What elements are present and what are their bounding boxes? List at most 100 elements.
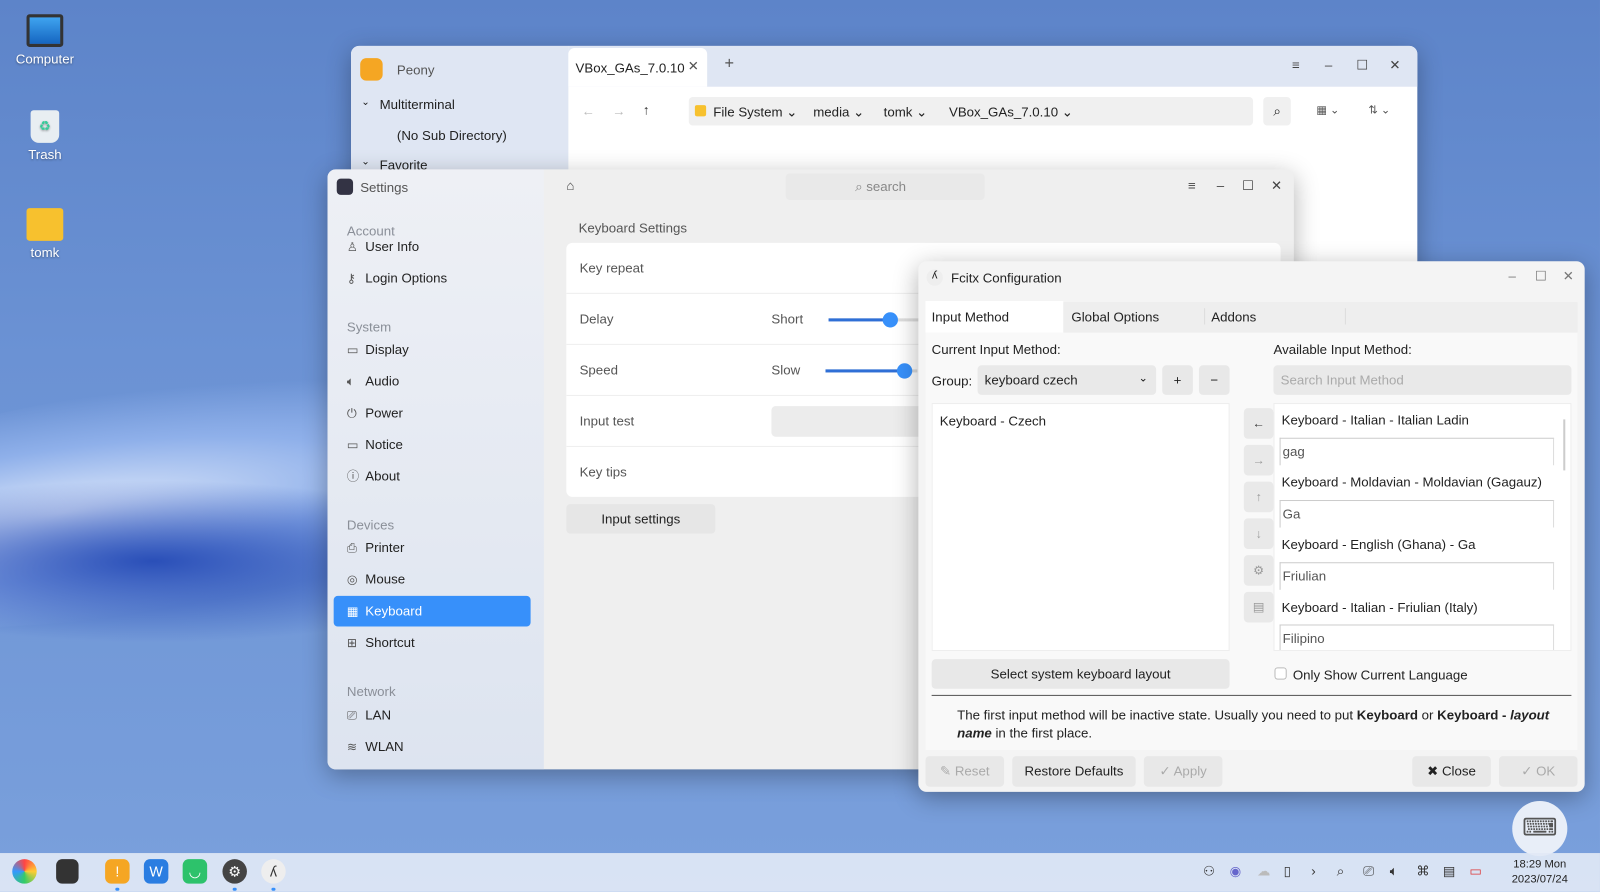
path-segment[interactable]: File System ⌄: [713, 104, 797, 120]
sidebar-item-lan[interactable]: ⎚ LAN: [334, 700, 531, 731]
list-item-group[interactable]: Ga: [1279, 499, 1555, 528]
battery-icon[interactable]: ▯: [1284, 863, 1291, 879]
minimize-icon[interactable]: –: [1211, 178, 1229, 193]
chevron-down-icon[interactable]: ⌄: [361, 97, 370, 108]
sidebar-item-shortcut[interactable]: ⊞ Shortcut: [334, 628, 531, 659]
select-system-keyboard-layout-button[interactable]: Select system keyboard layout: [931, 659, 1230, 689]
home-icon[interactable]: ⌂: [566, 178, 574, 193]
search-input-method[interactable]: Search Input Method: [1273, 365, 1572, 395]
tab-addons[interactable]: Addons: [1211, 309, 1256, 324]
path-segment[interactable]: VBox_GAs_7.0.10 ⌄: [949, 104, 1073, 120]
add-group-button[interactable]: +: [1162, 365, 1193, 395]
desktop-icon-tomk[interactable]: tomk: [4, 208, 86, 260]
wps-icon[interactable]: W: [143, 859, 169, 884]
minimize-icon[interactable]: –: [1503, 268, 1521, 283]
arrow-right-icon[interactable]: →: [1243, 444, 1274, 476]
back-icon[interactable]: ←: [582, 103, 595, 118]
sidebar-item-power[interactable]: ⏻ Power: [334, 398, 531, 429]
group-select[interactable]: keyboard czech ⌄: [977, 365, 1157, 395]
list-item[interactable]: Keyboard - Italian - Friulian (Italy): [1282, 600, 1478, 615]
arrow-left-icon[interactable]: ←: [1243, 408, 1274, 439]
menu-icon[interactable]: ≡: [1287, 57, 1305, 72]
tab-global-options[interactable]: Global Options: [1071, 309, 1159, 324]
sidebar-item-notice[interactable]: ▭ Notice: [334, 430, 531, 461]
notification-icon[interactable]: ▭: [1469, 863, 1482, 879]
search-button[interactable]: ⌕: [1263, 96, 1291, 126]
list-item[interactable]: Keyboard - Moldavian - Moldavian (Gagauz…: [1282, 474, 1542, 489]
sidebar-item-printer[interactable]: ⎙ Printer: [334, 533, 531, 564]
sidebar-item-about[interactable]: ⓘ About: [334, 461, 531, 492]
maximize-icon[interactable]: ☐: [1239, 178, 1257, 194]
slider-handle[interactable]: [882, 312, 898, 328]
search-icon[interactable]: ⌕: [1337, 863, 1344, 879]
path-segment[interactable]: tomk ⌄: [884, 104, 928, 120]
list-item-group[interactable]: Friulian: [1279, 562, 1555, 590]
path-bar[interactable]: File System ⌄ media ⌄ tomk ⌄ VBox_GAs_7.…: [688, 96, 1254, 126]
gear-icon[interactable]: ⚙: [1243, 555, 1274, 586]
delay-slider[interactable]: [828, 312, 931, 328]
only-show-current-language-checkbox[interactable]: [1274, 667, 1287, 680]
app-store-icon[interactable]: ◡: [182, 859, 208, 884]
sidebar-item-login-options[interactable]: ⚷ Login Options: [334, 263, 531, 294]
sidebar-item-user-info[interactable]: ♙ User Info: [334, 232, 531, 263]
sort-icon[interactable]: ⇅ ⌄: [1368, 103, 1390, 116]
desktop-icon-computer[interactable]: Computer: [4, 14, 86, 66]
list-item-group[interactable]: Filipino: [1279, 624, 1555, 650]
kylin-tray-icon[interactable]: ◉: [1230, 863, 1242, 879]
ok-button[interactable]: ✓ OK: [1498, 756, 1578, 787]
volume-icon[interactable]: 🔈︎: [1390, 863, 1398, 879]
restore-defaults-button[interactable]: Restore Defaults: [1012, 756, 1136, 787]
list-item[interactable]: Keyboard - Italian - Italian Ladin: [1282, 412, 1469, 427]
sidebar-item-multiterminal[interactable]: Multiterminal: [380, 97, 455, 112]
file-manager-icon[interactable]: !: [105, 859, 130, 884]
network-tray-icon[interactable]: ⚇: [1203, 863, 1215, 879]
virtual-keyboard-button[interactable]: ⌨: [1512, 801, 1568, 857]
fcitx-icon[interactable]: ʎ: [261, 859, 286, 884]
close-icon[interactable]: ✕: [1386, 57, 1404, 73]
tab-input-method[interactable]: Input Method: [925, 301, 1064, 333]
up-icon[interactable]: ↑: [643, 102, 650, 117]
close-tab-icon[interactable]: ✕: [688, 58, 699, 74]
sidebar-item-display[interactable]: ▭ Display: [334, 335, 531, 366]
arrow-up-icon[interactable]: ↑: [1243, 481, 1274, 513]
multitask-icon[interactable]: [56, 859, 79, 884]
remove-group-button[interactable]: −: [1198, 365, 1230, 395]
sidebar-item-wlan[interactable]: ≋ WLAN: [334, 732, 531, 763]
sidebar-item-mouse[interactable]: ◎ Mouse: [334, 564, 531, 595]
weather-icon[interactable]: ☁: [1257, 863, 1270, 879]
speed-slider[interactable]: [825, 363, 918, 379]
new-tab-button[interactable]: +: [724, 55, 734, 73]
keyboard-layout-icon[interactable]: ▤: [1243, 591, 1274, 623]
view-mode-icon[interactable]: ▦ ⌄: [1316, 103, 1339, 116]
settings-icon[interactable]: ⚙: [222, 859, 247, 884]
tab-vbox[interactable]: VBox_GAs_7.0.10 ✕: [568, 47, 708, 87]
slider-handle[interactable]: [896, 363, 912, 379]
keyboard-tray-icon[interactable]: ▤: [1443, 863, 1456, 879]
start-menu-icon[interactable]: [12, 859, 37, 884]
list-item[interactable]: Keyboard - Czech: [940, 413, 1046, 428]
arrow-down-icon[interactable]: ↓: [1243, 518, 1274, 549]
path-segment[interactable]: media ⌄: [813, 104, 864, 120]
minimize-icon[interactable]: –: [1319, 57, 1337, 72]
search-input[interactable]: ⌕ search: [785, 173, 985, 200]
close-icon[interactable]: ✕: [1267, 178, 1285, 194]
input-method-tray-icon[interactable]: ⌘: [1416, 863, 1429, 879]
sidebar-item-no-sub[interactable]: (No Sub Directory): [397, 128, 507, 143]
reset-button[interactable]: ✎ Reset: [925, 756, 1005, 787]
sidebar-item-keyboard[interactable]: ▦ Keyboard: [333, 595, 531, 627]
scrollbar[interactable]: [1563, 419, 1566, 471]
lan-icon[interactable]: ⎚: [1363, 863, 1374, 879]
close-button[interactable]: ✖ Close: [1412, 756, 1491, 787]
apply-button[interactable]: ✓ Apply: [1143, 756, 1223, 787]
list-item[interactable]: Keyboard - English (Ghana) - Ga: [1282, 537, 1476, 552]
expand-tray-icon[interactable]: ›: [1311, 863, 1315, 878]
desktop-icon-trash[interactable]: ♻ Trash: [4, 110, 86, 162]
sidebar-item-audio[interactable]: 🔈︎ Audio: [334, 366, 531, 397]
maximize-icon[interactable]: ☐: [1532, 268, 1550, 284]
chevron-down-icon[interactable]: ⌄: [361, 156, 370, 167]
maximize-icon[interactable]: ☐: [1353, 57, 1371, 73]
input-settings-button[interactable]: Input settings: [566, 504, 716, 534]
forward-icon[interactable]: →: [612, 103, 625, 118]
list-item-group[interactable]: gag: [1279, 437, 1555, 466]
menu-icon[interactable]: ≡: [1183, 178, 1201, 193]
